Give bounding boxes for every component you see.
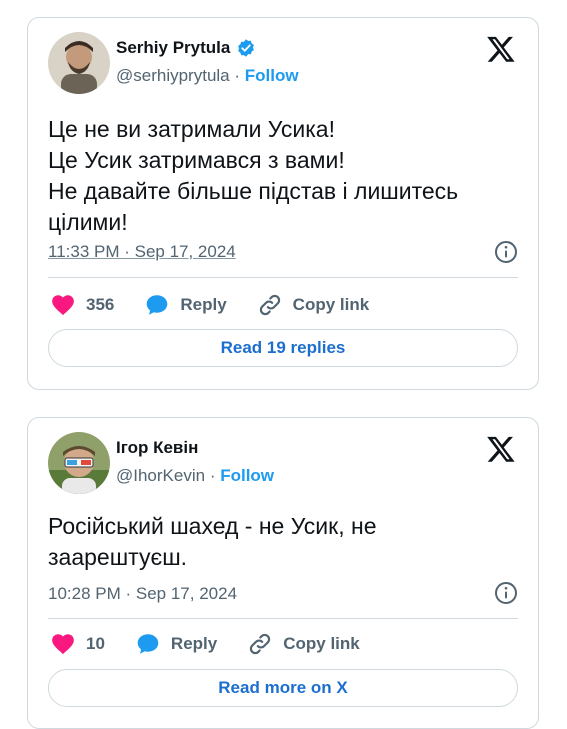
follow-button[interactable]: Follow <box>220 466 274 485</box>
timestamp[interactable]: 10:28 PM · Sep 17, 2024 <box>48 584 237 604</box>
x-logo-icon[interactable] <box>486 434 516 464</box>
link-icon <box>259 294 280 316</box>
author-name[interactable]: Ігор Кевін <box>116 438 198 458</box>
copy-link-label: Copy link <box>283 634 360 653</box>
separator-dot: · <box>234 66 245 85</box>
avatar[interactable] <box>48 32 110 94</box>
reply-label: Reply <box>170 634 218 653</box>
reply-bubble-icon <box>137 634 159 654</box>
reply-label: Reply <box>180 295 227 314</box>
like-button[interactable]: 356 <box>50 292 114 318</box>
like-count: 10 <box>86 634 105 653</box>
read-more-button[interactable]: Read more on X <box>48 669 518 707</box>
reply-button[interactable]: Reply <box>135 631 217 657</box>
avatar-image <box>48 432 110 494</box>
copy-link-button[interactable]: Copy link <box>257 292 370 318</box>
avatar-image <box>48 32 110 94</box>
x-logo-icon[interactable] <box>486 34 516 64</box>
copy-link-button[interactable]: Copy link <box>247 631 360 657</box>
author-row: Serhiy Prytula <box>116 38 256 58</box>
avatar[interactable] <box>48 432 110 494</box>
reply-bubble-icon <box>147 295 168 315</box>
author-row: Ігор Кевін <box>116 438 198 458</box>
author-name[interactable]: Serhiy Prytula <box>116 38 230 58</box>
heart-icon <box>52 634 74 655</box>
info-icon[interactable] <box>494 581 518 605</box>
tweet-text: Це не ви затримали Усика! Це Усик затрим… <box>48 116 459 235</box>
divider <box>48 277 518 278</box>
author-handle[interactable]: @IhorKevin <box>116 466 205 485</box>
tweet-text: Російський шахед - не Усик, не заарештує… <box>48 513 377 570</box>
author-handle[interactable]: @serhiyprytula <box>116 66 230 85</box>
link-icon <box>250 633 271 655</box>
reply-button[interactable]: Reply <box>144 292 227 318</box>
like-button[interactable]: 10 <box>50 631 105 657</box>
like-count: 356 <box>86 295 115 314</box>
timestamp[interactable]: 11:33 PM · Sep 17, 2024 <box>48 242 236 262</box>
action-bar: 356 Reply Copy link <box>50 292 399 318</box>
heart-icon <box>52 295 74 316</box>
divider <box>48 618 518 619</box>
info-icon[interactable] <box>494 240 518 264</box>
handle-row: @serhiyprytula · Follow <box>116 66 299 86</box>
follow-button[interactable]: Follow <box>245 66 299 85</box>
copy-link-label: Copy link <box>292 295 370 314</box>
tweet-card[interactable]: Serhiy Prytula @serhiyprytula · Follow Ц… <box>27 17 539 390</box>
tweet-card[interactable]: Ігор Кевін @IhorKevin · Follow Російськи… <box>27 417 539 729</box>
action-bar: 10 Reply Copy link <box>50 631 390 657</box>
handle-row: @IhorKevin · Follow <box>116 466 274 486</box>
read-replies-button[interactable]: Read 19 replies <box>48 329 518 367</box>
separator-dot: · <box>209 466 221 485</box>
verified-badge-icon <box>238 39 255 57</box>
